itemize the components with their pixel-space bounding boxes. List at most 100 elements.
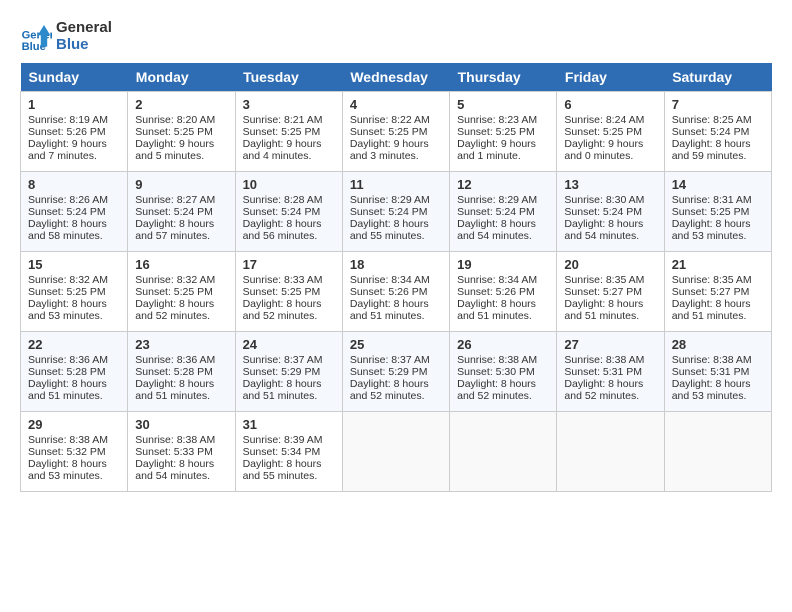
calendar-day-cell: 15Sunrise: 8:32 AMSunset: 5:25 PMDayligh… — [21, 252, 128, 332]
day-number: 13 — [564, 177, 656, 192]
sunrise: Sunrise: 8:32 AM — [135, 274, 215, 286]
calendar-table: SundayMondayTuesdayWednesdayThursdayFrid… — [20, 63, 772, 492]
sunrise: Sunrise: 8:35 AM — [672, 274, 752, 286]
daylight: Daylight: 8 hours and 52 minutes. — [457, 378, 536, 402]
sunrise: Sunrise: 8:38 AM — [135, 434, 215, 446]
sunrise: Sunrise: 8:29 AM — [350, 194, 430, 206]
sunset: Sunset: 5:24 PM — [135, 206, 213, 218]
calendar-day-cell — [450, 412, 557, 492]
day-number: 7 — [672, 97, 764, 112]
daylight: Daylight: 9 hours and 7 minutes. — [28, 138, 107, 162]
logo-icon: General Blue — [20, 21, 52, 53]
sunset: Sunset: 5:31 PM — [564, 366, 642, 378]
sunrise: Sunrise: 8:37 AM — [350, 354, 430, 366]
weekday-header: Sunday — [21, 63, 128, 92]
sunset: Sunset: 5:33 PM — [135, 446, 213, 458]
sunrise: Sunrise: 8:34 AM — [350, 274, 430, 286]
sunset: Sunset: 5:25 PM — [243, 126, 321, 138]
day-number: 17 — [243, 257, 335, 272]
sunrise: Sunrise: 8:25 AM — [672, 114, 752, 126]
daylight: Daylight: 9 hours and 1 minute. — [457, 138, 536, 162]
sunset: Sunset: 5:24 PM — [350, 206, 428, 218]
day-number: 28 — [672, 337, 764, 352]
day-number: 11 — [350, 177, 442, 192]
calendar-week-row: 15Sunrise: 8:32 AMSunset: 5:25 PMDayligh… — [21, 252, 772, 332]
sunrise: Sunrise: 8:33 AM — [243, 274, 323, 286]
daylight: Daylight: 9 hours and 5 minutes. — [135, 138, 214, 162]
day-number: 5 — [457, 97, 549, 112]
sunset: Sunset: 5:31 PM — [672, 366, 750, 378]
calendar-day-cell: 31Sunrise: 8:39 AMSunset: 5:34 PMDayligh… — [235, 412, 342, 492]
calendar-day-cell — [664, 412, 771, 492]
calendar-day-cell: 14Sunrise: 8:31 AMSunset: 5:25 PMDayligh… — [664, 172, 771, 252]
calendar-day-cell: 21Sunrise: 8:35 AMSunset: 5:27 PMDayligh… — [664, 252, 771, 332]
logo: General Blue General Blue — [20, 20, 112, 53]
calendar-day-cell: 17 Sunrise: 8:33 AMSunset: 5:25 PMDayligh… — [235, 252, 342, 332]
sunset: Sunset: 5:28 PM — [28, 366, 106, 378]
daylight: Daylight: 8 hours and 51 minutes. — [564, 298, 643, 322]
day-number: 16 — [135, 257, 227, 272]
calendar-week-row: 8Sunrise: 8:26 AMSunset: 5:24 PMDaylight… — [21, 172, 772, 252]
sunset: Sunset: 5:24 PM — [243, 206, 321, 218]
sunrise: Sunrise: 8:30 AM — [564, 194, 644, 206]
sunset: Sunset: 5:25 PM — [135, 126, 213, 138]
calendar-day-cell: 10Sunrise: 8:28 AMSunset: 5:24 PMDayligh… — [235, 172, 342, 252]
day-number: 21 — [672, 257, 764, 272]
day-number: 31 — [243, 417, 335, 432]
sunrise: Sunrise: 8:36 AM — [135, 354, 215, 366]
sunset: Sunset: 5:25 PM — [350, 126, 428, 138]
calendar-week-row: 29Sunrise: 8:38 AMSunset: 5:32 PMDayligh… — [21, 412, 772, 492]
calendar-day-cell: 18Sunrise: 8:34 AMSunset: 5:26 PMDayligh… — [342, 252, 449, 332]
calendar-day-cell: 29Sunrise: 8:38 AMSunset: 5:32 PMDayligh… — [21, 412, 128, 492]
daylight: Daylight: 8 hours and 58 minutes. — [28, 218, 107, 242]
sunrise: Sunrise: 8:38 AM — [564, 354, 644, 366]
calendar-day-cell: 23Sunrise: 8:36 AMSunset: 5:28 PMDayligh… — [128, 332, 235, 412]
daylight: Daylight: 8 hours and 56 minutes. — [243, 218, 322, 242]
sunset: Sunset: 5:29 PM — [350, 366, 428, 378]
sunrise: Sunrise: 8:26 AM — [28, 194, 108, 206]
sunset: Sunset: 5:25 PM — [28, 286, 106, 298]
calendar-day-cell: 5 Sunrise: 8:23 AMSunset: 5:25 PMDaylight… — [450, 92, 557, 172]
daylight: Daylight: 8 hours and 52 minutes. — [243, 298, 322, 322]
daylight: Daylight: 8 hours and 51 minutes. — [350, 298, 429, 322]
calendar-week-row: 1Sunrise: 8:19 AMSunset: 5:26 PMDaylight… — [21, 92, 772, 172]
daylight: Daylight: 8 hours and 52 minutes. — [135, 298, 214, 322]
calendar-day-cell: 12Sunrise: 8:29 AMSunset: 5:24 PMDayligh… — [450, 172, 557, 252]
calendar-day-cell: 9Sunrise: 8:27 AMSunset: 5:24 PMDaylight… — [128, 172, 235, 252]
calendar-day-cell: 25Sunrise: 8:37 AMSunset: 5:29 PMDayligh… — [342, 332, 449, 412]
sunrise: Sunrise: 8:36 AM — [28, 354, 108, 366]
sunset: Sunset: 5:32 PM — [28, 446, 106, 458]
daylight: Daylight: 8 hours and 53 minutes. — [28, 458, 107, 482]
day-number: 25 — [350, 337, 442, 352]
sunset: Sunset: 5:24 PM — [564, 206, 642, 218]
sunrise: Sunrise: 8:39 AM — [243, 434, 323, 446]
page-header: General Blue General Blue — [20, 20, 772, 53]
calendar-day-cell: 3Sunrise: 8:21 AMSunset: 5:25 PMDaylight… — [235, 92, 342, 172]
sunset: Sunset: 5:25 PM — [564, 126, 642, 138]
day-number: 27 — [564, 337, 656, 352]
calendar-day-cell: 11Sunrise: 8:29 AMSunset: 5:24 PMDayligh… — [342, 172, 449, 252]
sunset: Sunset: 5:25 PM — [457, 126, 535, 138]
day-number: 19 — [457, 257, 549, 272]
daylight: Daylight: 8 hours and 52 minutes. — [564, 378, 643, 402]
calendar-day-cell: 26Sunrise: 8:38 AMSunset: 5:30 PMDayligh… — [450, 332, 557, 412]
calendar-day-cell: 24Sunrise: 8:37 AMSunset: 5:29 PMDayligh… — [235, 332, 342, 412]
sunrise: Sunrise: 8:19 AM — [28, 114, 108, 126]
weekday-header: Tuesday — [235, 63, 342, 92]
day-number: 24 — [243, 337, 335, 352]
sunrise: Sunrise: 8:23 AM — [457, 114, 537, 126]
calendar-day-cell: 8Sunrise: 8:26 AMSunset: 5:24 PMDaylight… — [21, 172, 128, 252]
day-number: 10 — [243, 177, 335, 192]
calendar-day-cell: 28Sunrise: 8:38 AMSunset: 5:31 PMDayligh… — [664, 332, 771, 412]
day-number: 22 — [28, 337, 120, 352]
day-number: 9 — [135, 177, 227, 192]
sunset: Sunset: 5:25 PM — [243, 286, 321, 298]
day-number: 2 — [135, 97, 227, 112]
day-number: 6 — [564, 97, 656, 112]
calendar-day-cell: 4Sunrise: 8:22 AMSunset: 5:25 PMDaylight… — [342, 92, 449, 172]
sunrise: Sunrise: 8:37 AM — [243, 354, 323, 366]
weekday-header: Saturday — [664, 63, 771, 92]
calendar-day-cell: 2Sunrise: 8:20 AMSunset: 5:25 PMDaylight… — [128, 92, 235, 172]
sunset: Sunset: 5:27 PM — [672, 286, 750, 298]
sunrise: Sunrise: 8:34 AM — [457, 274, 537, 286]
